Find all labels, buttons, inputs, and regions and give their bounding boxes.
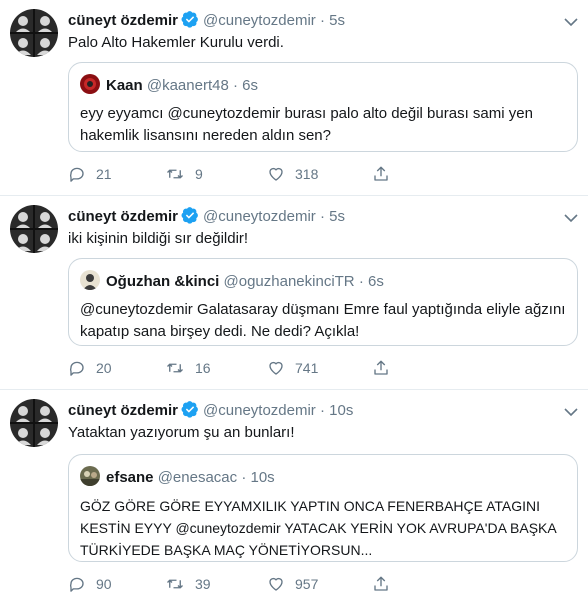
- retweet-count: 9: [195, 166, 203, 182]
- quote-author-handle: @oguzhanekinciTR: [223, 273, 355, 290]
- quote-text: GÖZ GÖRE GÖRE EYYAMXILIK YAPTIN ONCA FEN…: [80, 498, 556, 558]
- avatar[interactable]: [10, 205, 58, 253]
- verified-badge-icon: [181, 10, 199, 34]
- share-button[interactable]: [372, 164, 400, 184]
- separator-dot: ·: [358, 273, 364, 290]
- quote-timestamp: 6s: [368, 273, 384, 290]
- reply-icon: [68, 576, 96, 592]
- timestamp[interactable]: 5s: [329, 208, 345, 225]
- separator-dot: ·: [319, 402, 325, 419]
- retweet-count: 16: [195, 360, 211, 376]
- reply-button[interactable]: 20: [68, 358, 112, 378]
- verified-badge-icon: [181, 400, 199, 424]
- share-button[interactable]: [372, 574, 400, 594]
- author-name[interactable]: cüneyt özdemir: [68, 12, 178, 29]
- chevron-down-icon[interactable]: [564, 404, 578, 422]
- author-handle[interactable]: @cuneytozdemir: [203, 402, 316, 419]
- reply-icon: [68, 166, 96, 182]
- reply-icon: [68, 360, 96, 376]
- like-icon: [267, 576, 295, 592]
- quoted-tweet[interactable]: Oğuzhan &kinci @oguzhanekinciTR · 6s @cu…: [68, 258, 578, 346]
- author-name[interactable]: cüneyt özdemir: [68, 402, 178, 419]
- quote-text: eyy eyyamcı @cuneytozdemir burası palo a…: [80, 105, 533, 144]
- retweet-icon: [165, 576, 195, 592]
- reply-button[interactable]: 90: [68, 574, 112, 594]
- tweet[interactable]: cüneyt özdemir @cuneytozdemir · 5s Palo A…: [0, 0, 588, 196]
- share-icon: [372, 360, 400, 376]
- quoted-tweet[interactable]: Kaan @kaanert48 · 6s eyy eyyamcı @cuneyt…: [68, 62, 578, 152]
- quote-author-handle: @enesacac: [157, 469, 238, 486]
- like-button[interactable]: 741: [267, 358, 318, 378]
- separator-dot: ·: [241, 469, 247, 486]
- quote-author-handle: @kaanert48: [146, 77, 229, 94]
- verified-badge-icon: [181, 206, 199, 230]
- author-handle[interactable]: @cuneytozdemir: [203, 208, 316, 225]
- quote-text: @cuneytozdemir Galatasaray düşmanı Emre …: [80, 301, 566, 340]
- retweet-button[interactable]: 39: [165, 574, 211, 594]
- quote-author-name: efsane: [106, 469, 154, 486]
- tweet[interactable]: cüneyt özdemir @cuneytozdemir · 5s iki ki…: [0, 196, 588, 390]
- quote-timestamp: 6s: [242, 77, 258, 94]
- avatar[interactable]: [10, 9, 58, 57]
- like-icon: [267, 166, 295, 182]
- quote-avatar: [80, 466, 100, 486]
- tweet-text: Palo Alto Hakemler Kurulu verdi.: [68, 34, 284, 51]
- retweet-button[interactable]: 9: [165, 164, 203, 184]
- chevron-down-icon[interactable]: [564, 210, 578, 228]
- retweet-icon: [165, 360, 195, 376]
- share-icon: [372, 576, 400, 592]
- retweet-count: 39: [195, 576, 211, 592]
- like-count: 741: [295, 360, 319, 376]
- reply-count: 90: [96, 576, 112, 592]
- author-handle[interactable]: @cuneytozdemir: [203, 12, 316, 29]
- quote-timestamp: 10s: [250, 469, 275, 486]
- quote-author-name: Kaan: [106, 77, 143, 94]
- quoted-tweet[interactable]: efsane @enesacac · 10s GÖZ GÖRE GÖRE EYY…: [68, 454, 578, 562]
- like-button[interactable]: 318: [267, 164, 318, 184]
- reply-count: 20: [96, 360, 112, 376]
- timestamp[interactable]: 5s: [329, 12, 345, 29]
- chevron-down-icon[interactable]: [564, 14, 578, 32]
- avatar[interactable]: [10, 399, 58, 447]
- like-button[interactable]: 957: [267, 574, 318, 594]
- author-name[interactable]: cüneyt özdemir: [68, 208, 178, 225]
- reply-count: 21: [96, 166, 112, 182]
- share-icon: [372, 166, 400, 182]
- separator-dot: ·: [319, 12, 325, 29]
- timestamp[interactable]: 10s: [329, 402, 353, 419]
- quote-author-name: Oğuzhan &kinci: [106, 273, 220, 290]
- like-count: 318: [295, 166, 319, 182]
- retweet-icon: [165, 166, 195, 182]
- quote-avatar: [80, 270, 100, 290]
- share-button[interactable]: [372, 358, 400, 378]
- tweet-text: iki kişinin bildiği sır değildir!: [68, 230, 249, 247]
- separator-dot: ·: [232, 77, 238, 94]
- quote-avatar: [80, 74, 100, 94]
- like-count: 957: [295, 576, 319, 592]
- like-icon: [267, 360, 295, 376]
- tweet-text: Yataktan yazıyorum şu an bunları!: [68, 424, 295, 441]
- tweet[interactable]: cüneyt özdemir @cuneytozdemir · 10s Yatak…: [0, 390, 588, 601]
- separator-dot: ·: [319, 208, 325, 225]
- retweet-button[interactable]: 16: [165, 358, 211, 378]
- reply-button[interactable]: 21: [68, 164, 112, 184]
